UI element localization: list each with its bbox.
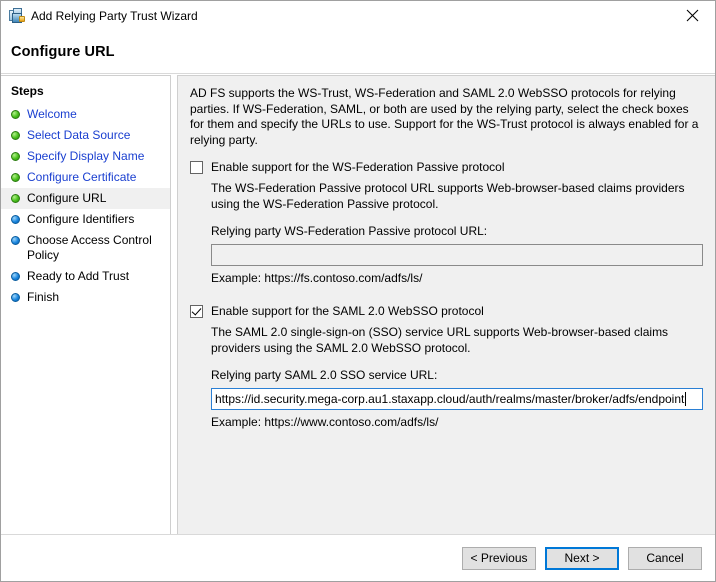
previous-button[interactable]: < Previous: [462, 547, 536, 570]
page-header: Configure URL: [1, 30, 715, 74]
sidebar-item-label: Choose Access Control Policy: [27, 233, 164, 263]
wsfed-description: The WS-Federation Passive protocol URL s…: [211, 181, 703, 212]
saml-url-input[interactable]: https://id.security.mega-corp.au1.staxap…: [211, 388, 703, 410]
wsfed-url-label: Relying party WS-Federation Passive prot…: [211, 224, 703, 239]
wsfed-checkbox-row[interactable]: Enable support for the WS-Federation Pas…: [190, 160, 703, 175]
footer-bar: < Previous Next > Cancel: [1, 534, 715, 581]
saml-url-label: Relying party SAML 2.0 SSO service URL:: [211, 368, 703, 383]
sidebar-item-choose-access-control-policy[interactable]: Choose Access Control Policy: [1, 230, 170, 266]
wsfed-checkbox-label: Enable support for the WS-Federation Pas…: [211, 160, 504, 175]
step-bullet-icon: [11, 152, 20, 161]
sidebar-item-configure-url[interactable]: Configure URL: [1, 188, 170, 209]
page-title: Configure URL: [11, 44, 115, 60]
sidebar-item-label: Configure Certificate: [27, 170, 136, 185]
sidebar-item-label: Select Data Source: [27, 128, 130, 143]
saml-example: Example: https://www.contoso.com/adfs/ls…: [211, 415, 703, 430]
wsfed-section: The WS-Federation Passive protocol URL s…: [190, 181, 703, 286]
window-title: Add Relying Party Trust Wizard: [31, 8, 198, 24]
step-bullet-icon: [11, 131, 20, 140]
sidebar-item-configure-identifiers[interactable]: Configure Identifiers: [1, 209, 170, 230]
text-caret: [685, 392, 686, 406]
next-button[interactable]: Next >: [545, 547, 619, 570]
saml-description: The SAML 2.0 single-sign-on (SSO) servic…: [211, 325, 703, 356]
wsfed-example: Example: https://fs.contoso.com/adfs/ls/: [211, 271, 703, 286]
steps-heading: Steps: [1, 82, 170, 104]
sidebar-item-specify-display-name[interactable]: Specify Display Name: [1, 146, 170, 167]
sidebar-item-welcome[interactable]: Welcome: [1, 104, 170, 125]
saml-url-value: https://id.security.mega-corp.au1.staxap…: [215, 391, 684, 407]
wizard-body: Steps Welcome Select Data Source Specify…: [1, 74, 715, 534]
saml-checkbox-label: Enable support for the SAML 2.0 WebSSO p…: [211, 304, 484, 319]
section-spacer: [190, 286, 703, 304]
sidebar-item-label: Welcome: [27, 107, 77, 122]
step-bullet-icon: [11, 293, 20, 302]
step-bullet-icon: [11, 215, 20, 224]
wsfed-checkbox[interactable]: [190, 161, 203, 174]
content-panel: AD FS supports the WS-Trust, WS-Federati…: [177, 75, 715, 534]
step-bullet-icon: [11, 110, 20, 119]
close-icon[interactable]: [670, 1, 715, 29]
title-bar: Add Relying Party Trust Wizard: [1, 1, 715, 30]
sidebar-item-finish[interactable]: Finish: [1, 287, 170, 308]
step-bullet-icon: [11, 173, 20, 182]
steps-sidebar: Steps Welcome Select Data Source Specify…: [1, 75, 171, 534]
sidebar-item-label: Specify Display Name: [27, 149, 144, 164]
wizard-window: Add Relying Party Trust Wizard Configure…: [0, 0, 716, 582]
adfs-wizard-icon: [9, 8, 25, 24]
step-bullet-icon: [11, 194, 20, 203]
saml-checkbox[interactable]: [190, 305, 203, 318]
sidebar-item-configure-certificate[interactable]: Configure Certificate: [1, 167, 170, 188]
saml-checkbox-row[interactable]: Enable support for the SAML 2.0 WebSSO p…: [190, 304, 703, 319]
step-bullet-icon: [11, 272, 20, 281]
sidebar-item-label: Ready to Add Trust: [27, 269, 129, 284]
step-bullet-icon: [11, 236, 20, 245]
sidebar-item-label: Configure URL: [27, 191, 106, 206]
sidebar-item-label: Finish: [27, 290, 59, 305]
sidebar-item-select-data-source[interactable]: Select Data Source: [1, 125, 170, 146]
saml-section: The SAML 2.0 single-sign-on (SSO) servic…: [190, 325, 703, 430]
sidebar-item-label: Configure Identifiers: [27, 212, 134, 227]
intro-text: AD FS supports the WS-Trust, WS-Federati…: [190, 86, 703, 148]
wsfed-url-input[interactable]: [211, 244, 703, 266]
sidebar-item-ready-to-add-trust[interactable]: Ready to Add Trust: [1, 266, 170, 287]
cancel-button[interactable]: Cancel: [628, 547, 702, 570]
